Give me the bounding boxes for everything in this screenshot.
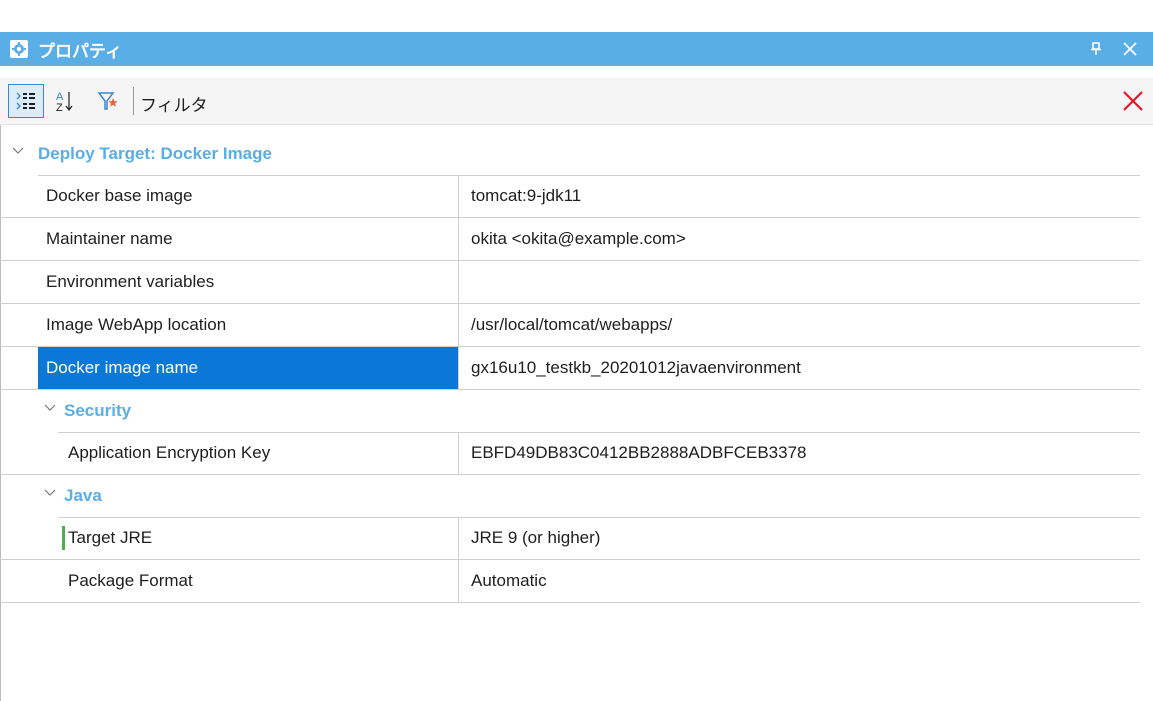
close-icon xyxy=(1123,91,1143,111)
property-value[interactable]: EBFD49DB83C0412BB2888ADBFCEB3378 xyxy=(459,432,1140,474)
category-label: Java xyxy=(64,486,102,505)
category-label: Security xyxy=(64,401,132,420)
property-row-application-encryption-key[interactable]: Application Encryption Key EBFD49DB83C04… xyxy=(0,432,1140,475)
gear-icon xyxy=(10,40,28,58)
filter-icon xyxy=(97,92,118,110)
panel-title: プロパティ xyxy=(38,41,122,61)
alphabetical-sort-button[interactable]: A Z xyxy=(50,84,80,118)
property-row-docker-image-name[interactable]: Docker image name gx16u10_testkb_2020101… xyxy=(0,347,1140,390)
categorized-icon xyxy=(16,92,35,110)
clear-filter-button[interactable] xyxy=(1117,84,1149,118)
svg-text:Z: Z xyxy=(56,102,63,113)
property-value[interactable]: okita <okita@example.com> xyxy=(459,218,1140,260)
property-name[interactable]: Docker base image xyxy=(38,175,458,217)
property-row-environment-variables[interactable]: Environment variables xyxy=(0,261,1140,304)
category-java[interactable]: Java xyxy=(0,475,1140,518)
property-name[interactable]: Application Encryption Key xyxy=(58,432,458,474)
property-value[interactable] xyxy=(459,261,1140,303)
categorized-view-button[interactable] xyxy=(8,84,44,118)
pin-button[interactable] xyxy=(1081,34,1111,64)
filter-label: フィルタ xyxy=(140,96,208,115)
toolbar-separator xyxy=(133,87,134,115)
property-row-target-jre[interactable]: Target JRE JRE 9 (or higher) xyxy=(0,517,1140,560)
close-icon xyxy=(1123,42,1137,56)
property-row-package-format[interactable]: Package Format Automatic xyxy=(0,560,1140,603)
property-name[interactable]: Package Format xyxy=(58,560,458,602)
property-name[interactable]: Maintainer name xyxy=(38,218,458,260)
property-grid: Deploy Target: Docker Image Docker base … xyxy=(0,133,1140,603)
property-value[interactable]: Automatic xyxy=(459,560,1140,602)
property-value[interactable]: JRE 9 (or higher) xyxy=(459,517,1140,559)
filter-input[interactable] xyxy=(215,84,1111,118)
property-row-docker-base-image[interactable]: Docker base image tomcat:9-jdk11 xyxy=(0,175,1140,218)
chevron-down-icon[interactable] xyxy=(44,400,56,416)
property-name-cell[interactable]: Target JRE xyxy=(58,517,458,559)
close-panel-button[interactable] xyxy=(1115,34,1145,64)
property-name: Target JRE xyxy=(68,528,153,547)
chevron-down-icon[interactable] xyxy=(12,143,24,159)
show-modified-filter-button[interactable] xyxy=(92,84,124,118)
category-security[interactable]: Security xyxy=(0,390,1140,433)
property-name[interactable]: Image WebApp location xyxy=(38,304,458,346)
property-toolbar: A Z フィルタ xyxy=(0,78,1153,125)
property-name[interactable]: Environment variables xyxy=(38,261,458,303)
panel-title-bar[interactable]: プロパティ xyxy=(0,32,1153,66)
property-value[interactable]: /usr/local/tomcat/webapps/ xyxy=(459,304,1140,346)
modified-marker xyxy=(62,526,65,550)
property-value[interactable]: gx16u10_testkb_20201012javaenvironment xyxy=(459,347,1140,389)
category-label: Deploy Target: Docker Image xyxy=(38,144,272,163)
property-name-selected[interactable]: Docker image name xyxy=(38,347,458,389)
property-value[interactable]: tomcat:9-jdk11 xyxy=(459,175,1140,217)
chevron-down-icon[interactable] xyxy=(44,485,56,501)
sort-az-icon: A Z xyxy=(56,91,73,113)
category-deploy-target[interactable]: Deploy Target: Docker Image xyxy=(0,133,1140,176)
property-row-maintainer-name[interactable]: Maintainer name okita <okita@example.com… xyxy=(0,218,1140,261)
property-row-image-webapp-location[interactable]: Image WebApp location /usr/local/tomcat/… xyxy=(0,304,1140,347)
pin-icon xyxy=(1091,42,1101,55)
